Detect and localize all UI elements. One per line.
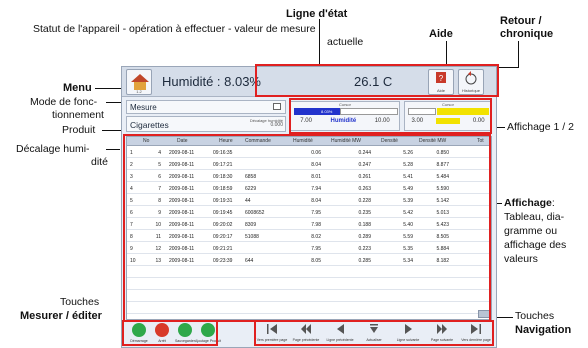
display-callout-l1: Tableau, dia-	[504, 211, 565, 223]
display-callout-l4: valeurs	[504, 253, 538, 265]
status-reading: Humidité : 8.03%	[162, 74, 261, 89]
status-line-desc-cont: actuelle	[327, 36, 364, 48]
mode-value: Mesure	[130, 103, 157, 112]
mode-callout-cont: tionnement	[52, 109, 104, 121]
display-callout-l3: affichage des	[504, 239, 567, 251]
measure-keys-callout-cont: Mesurer / éditer	[20, 310, 102, 322]
display12-callout: Affichage 1 / 2	[507, 121, 574, 133]
mode-selector-icon[interactable]	[273, 103, 281, 110]
nav-leader	[496, 317, 513, 318]
help-callout: Aide	[429, 28, 453, 40]
status-leader	[319, 19, 320, 68]
status-line-desc: Statut de l'appareil - opération à effec…	[33, 23, 316, 35]
display12-highlight	[289, 98, 492, 134]
offset-box: Décalage humidité 0.000	[237, 118, 283, 130]
offset-value: 0.000	[270, 122, 283, 128]
measure-highlight	[122, 320, 218, 346]
display-callout-title-wrap: Affichage:	[504, 197, 555, 209]
menu-callout: Menu	[63, 82, 92, 94]
table-highlight	[123, 134, 491, 322]
mode-field[interactable]: Mesure	[126, 100, 286, 114]
mode-callout: Mode de fonc-	[30, 96, 98, 108]
measure-keys-callout: Touches	[60, 296, 100, 308]
home-roof-icon	[131, 74, 149, 82]
display-callout-title: Affichage	[504, 197, 552, 209]
offset-callout: Décalage humi-	[16, 143, 90, 155]
back-callout: Retour /	[500, 15, 542, 27]
product-field[interactable]: Cigarettes Décalage humidité 0.000	[126, 116, 286, 132]
nav-highlight	[254, 320, 494, 346]
nav-keys-callout: Touches	[515, 310, 555, 322]
display-callout-l2: gramme ou	[504, 225, 558, 237]
home-small-label: 1.2	[136, 89, 142, 94]
nav-keys-callout-cont: Navigation	[515, 324, 572, 336]
product-value: Cigarettes	[130, 120, 169, 130]
status-line-title: Ligne d'état	[286, 8, 348, 20]
back-callout-cont: chronique	[500, 28, 554, 40]
status-highlight	[255, 64, 499, 97]
offset-leader	[106, 149, 120, 150]
product-callout: Produit	[62, 124, 96, 136]
back-leader-v	[518, 41, 519, 67]
offset-callout-cont: dité	[91, 156, 108, 168]
menu-button[interactable]: 1.2	[126, 69, 152, 95]
